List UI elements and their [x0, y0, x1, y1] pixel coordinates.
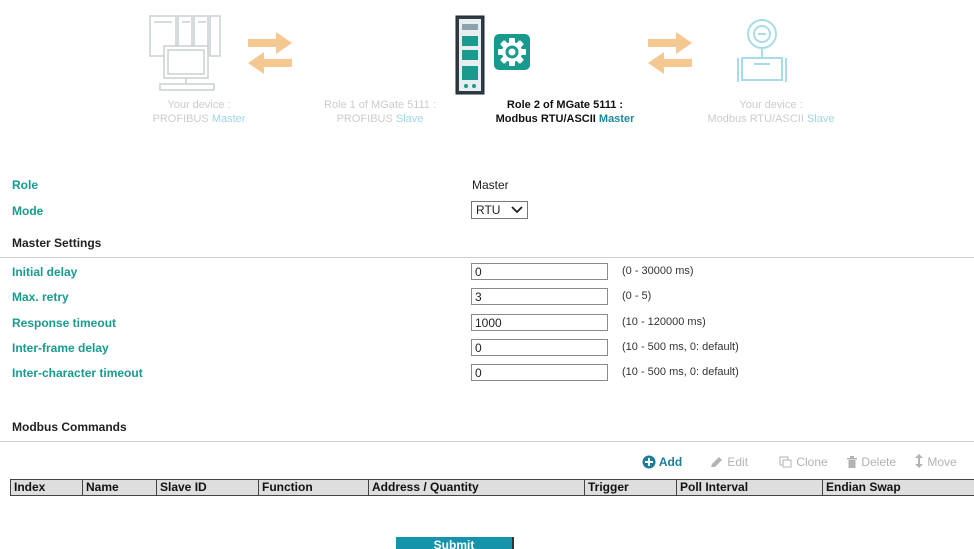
wizard-step-your-device-profibus-master: Your device : PROFIBUS Master [152, 99, 246, 125]
role-value: Master [472, 178, 509, 192]
inter-frame-delay-label: Inter-frame delay [12, 341, 109, 355]
exchange-arrows-icon [248, 32, 292, 74]
exchange-arrows-icon [648, 32, 692, 74]
column-header-endian-swap: Endian Swap [822, 479, 974, 496]
move-command-button[interactable]: Move [914, 454, 957, 470]
max-retry-label: Max. retry [12, 290, 69, 304]
move-command-label: Move [927, 455, 957, 469]
edit-command-label: Edit [727, 455, 749, 469]
trash-icon [847, 456, 857, 468]
wizard-step-role2-current: Role 2 of MGate 5111 : Modbus RTU/ASCII … [495, 99, 635, 125]
initial-delay-input[interactable] [471, 263, 608, 280]
max-retry-range: (0 - 5) [622, 290, 652, 302]
clone-command-button[interactable]: Clone [779, 454, 828, 470]
response-timeout-input[interactable] [471, 314, 608, 331]
delete-command-label: Delete [861, 455, 897, 469]
delete-command-button[interactable]: Delete [846, 454, 896, 470]
column-header-slave-id: Slave ID [156, 479, 258, 496]
submit-button[interactable]: Submit [396, 537, 514, 549]
role-label: Role [12, 178, 39, 192]
pencil-icon [711, 457, 722, 467]
plus-circle-icon [642, 455, 656, 469]
flow-meter-icon [737, 19, 787, 82]
move-icon [915, 454, 923, 468]
master-settings-heading: Master Settings [12, 236, 102, 250]
clone-icon [779, 456, 792, 468]
clone-command-label: Clone [796, 455, 828, 469]
column-header-function: Function [258, 479, 368, 496]
modbus-commands-heading: Modbus Commands [12, 420, 127, 434]
initial-delay-range: (0 - 30000 ms) [622, 265, 694, 277]
column-header-trigger: Trigger [584, 479, 676, 496]
column-header-name: Name [82, 479, 156, 496]
mode-label: Mode [12, 204, 44, 218]
add-command-label: Add [658, 455, 683, 469]
wizard-step-your-device-modbus-slave: Your device : Modbus RTU/ASCII Slave [707, 99, 835, 125]
add-command-button[interactable]: Add [642, 454, 682, 470]
mode-select[interactable]: RTU [471, 201, 528, 219]
response-timeout-label: Response timeout [12, 316, 117, 330]
initial-delay-label: Initial delay [12, 265, 78, 279]
response-timeout-range: (10 - 120000 ms) [622, 316, 706, 328]
inter-character-timeout-input[interactable] [471, 364, 608, 381]
inter-character-timeout-label: Inter-character timeout [12, 366, 143, 380]
edit-command-button[interactable]: Edit [710, 454, 748, 470]
submit-label: Submit [433, 538, 475, 549]
gear-icon [494, 34, 530, 70]
inter-frame-delay-range: (10 - 500 ms, 0: default) [622, 341, 739, 353]
column-header-poll-interval: Poll Interval [676, 479, 822, 496]
wizard-step-role1: Role 1 of MGate 5111 : PROFIBUS Slave [323, 99, 437, 125]
master-settings-divider [0, 257, 974, 258]
mode-select-value: RTU [476, 203, 501, 217]
inter-character-timeout-range: (10 - 500 ms, 0: default) [622, 366, 739, 378]
plc-device-icon [149, 15, 221, 91]
inter-frame-delay-input[interactable] [471, 339, 608, 356]
column-header-index: Index [10, 479, 82, 496]
column-header-address-quantity: Address / Quantity [368, 479, 584, 496]
modbus-commands-divider [0, 441, 974, 442]
chevron-down-icon [511, 206, 523, 214]
max-retry-input[interactable] [471, 288, 608, 305]
mgate-device-icon [455, 15, 485, 95]
